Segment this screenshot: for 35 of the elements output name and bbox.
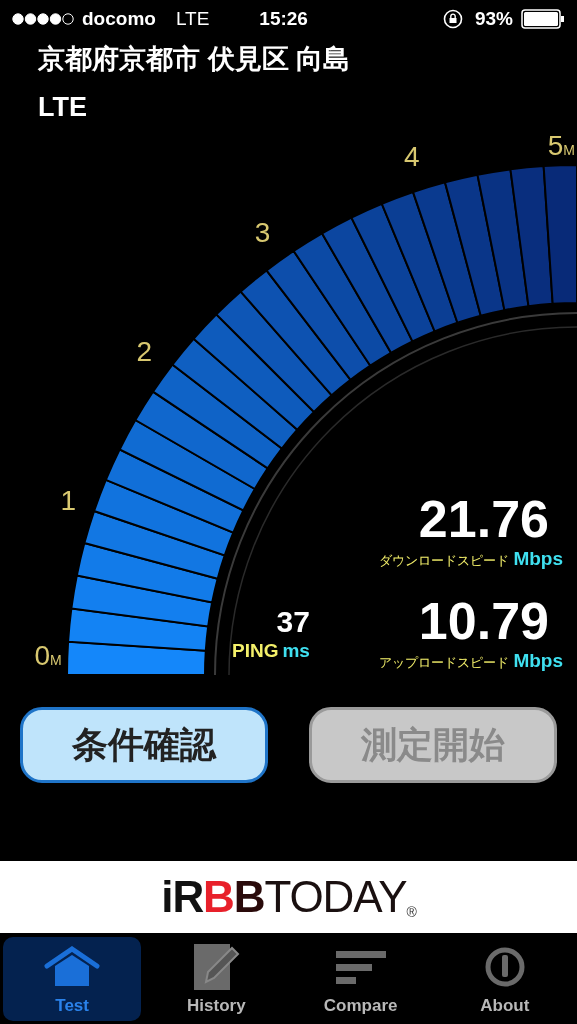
carrier-name: docomo [82,6,156,31]
bars-icon [335,949,386,985]
location-title: 京都府京都市 伏見区 向島 [37,43,351,76]
info-icon [483,946,526,988]
rotation-lock-icon [442,9,463,29]
action-button[interactable]: 条件確認 [20,706,268,783]
scale-label: 0M [34,639,62,671]
battery-icon [521,9,565,29]
scale-label: 2 [136,335,152,367]
pencil-note-icon [192,942,241,992]
tab-button[interactable]: About [435,936,574,1021]
tab-button[interactable]: Compare [291,936,430,1021]
tab-button[interactable]: Test [3,936,142,1021]
speed-label: アップロードスピード [379,655,510,669]
speed-unit: Mbps [513,548,563,568]
ping-label: PING [232,640,279,660]
status-time: 15:26 [259,6,308,31]
ping-unit: ms [282,640,310,660]
speed-unit: Mbps [513,650,563,670]
battery-percent: 93% [474,6,513,31]
ad-banner[interactable]: iRBBTODAY® [0,861,577,933]
home-icon [44,946,101,988]
scale-label: 5M [547,129,575,161]
connection-type: LTE [37,90,88,124]
scale-label: 4 [403,140,420,172]
ping-value: 37 [276,606,310,637]
scale-label: 3 [254,216,271,248]
scale-label: 1 [60,484,76,516]
speed-value: 21.76 [418,492,549,545]
banner-logo: iRBBTODAY® [161,875,416,919]
signal-icon [12,12,74,26]
speed-value: 10.79 [418,594,549,647]
tab-button[interactable]: History [147,936,286,1021]
speed-label: ダウンロードスピード [379,553,510,567]
network-type: LTE [175,6,210,31]
